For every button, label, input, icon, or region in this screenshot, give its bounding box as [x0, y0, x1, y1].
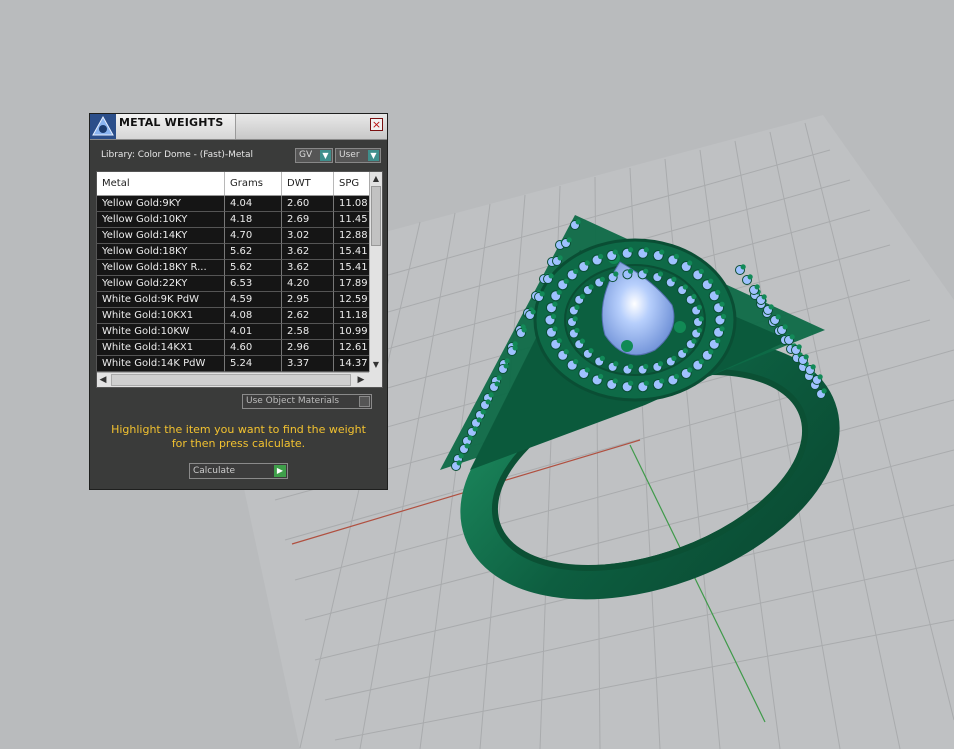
cell-dwt: 2.95: [282, 292, 334, 308]
user-dropdown-label: User: [339, 150, 360, 160]
table-row[interactable]: Yellow Gold:14KY 4.70 3.02 12.88: [97, 228, 376, 244]
cell-metal: White Gold:10KX1: [97, 308, 225, 324]
toggle-icon: [359, 396, 370, 407]
use-object-materials-label: Use Object Materials: [246, 396, 340, 406]
cell-metal: White Gold:9K PdW: [97, 292, 225, 308]
scroll-left-icon[interactable]: ◀: [97, 373, 109, 387]
close-button[interactable]: ×: [370, 118, 383, 131]
cell-grams: 4.04: [225, 196, 282, 212]
column-header-metal[interactable]: Metal: [97, 172, 225, 195]
table-row[interactable]: White Gold:10KX1 4.08 2.62 11.18: [97, 308, 376, 324]
gv-dropdown-label: GV: [299, 150, 313, 160]
cell-grams: 4.70: [225, 228, 282, 244]
cell-dwt: 2.62: [282, 308, 334, 324]
cell-dwt: 2.96: [282, 340, 334, 356]
app-logo-icon: [90, 114, 116, 139]
cell-grams: 4.59: [225, 292, 282, 308]
hint-text-line1: Highlight the item you want to find the …: [111, 423, 366, 436]
cell-grams: 4.01: [225, 324, 282, 340]
table-row[interactable]: Yellow Gold:9KY 4.04 2.60 11.08: [97, 196, 376, 212]
cell-grams: 6.53: [225, 276, 282, 292]
use-object-materials-toggle[interactable]: Use Object Materials: [242, 394, 372, 409]
cell-dwt: 3.37: [282, 356, 334, 372]
cell-metal: Yellow Gold:18KY: [97, 244, 225, 260]
gv-dropdown[interactable]: GV ▼: [295, 148, 333, 163]
table-row[interactable]: White Gold:9K PdW 4.59 2.95 12.59: [97, 292, 376, 308]
table-row[interactable]: White Gold:14KX1 4.60 2.96 12.61: [97, 340, 376, 356]
title-bar[interactable]: METAL WEIGHTS ×: [90, 114, 387, 140]
close-icon: ×: [371, 118, 382, 131]
table-row[interactable]: White Gold:10KW 4.01 2.58 10.99: [97, 324, 376, 340]
cell-metal: White Gold:14K PdW: [97, 356, 225, 372]
table-row[interactable]: Yellow Gold:18KY R... 5.62 3.62 15.41: [97, 260, 376, 276]
cell-dwt: 4.20: [282, 276, 334, 292]
chevron-down-icon: ▼: [368, 150, 379, 161]
cell-grams: 5.62: [225, 244, 282, 260]
cell-dwt: 2.60: [282, 196, 334, 212]
cell-grams: 4.60: [225, 340, 282, 356]
scroll-corner: [369, 372, 382, 387]
scroll-down-icon[interactable]: ▼: [370, 359, 382, 371]
vertical-scroll-thumb[interactable]: [371, 186, 381, 246]
scroll-right-icon[interactable]: ▶: [355, 373, 367, 387]
cell-metal: Yellow Gold:9KY: [97, 196, 225, 212]
table-row[interactable]: Yellow Gold:10KY 4.18 2.69 11.45: [97, 212, 376, 228]
cell-dwt: 3.62: [282, 244, 334, 260]
horizontal-scrollbar[interactable]: ◀ ▶: [97, 372, 382, 387]
title-tab: METAL WEIGHTS: [116, 114, 236, 139]
table-header: Metal Grams DWT SPG: [97, 172, 376, 196]
cell-grams: 4.18: [225, 212, 282, 228]
hint-text-line2: for then press calculate.: [171, 437, 306, 450]
chevron-down-icon: ▼: [320, 150, 331, 161]
vertical-scrollbar[interactable]: ▲ ▼: [369, 172, 382, 372]
cell-metal: White Gold:14KX1: [97, 340, 225, 356]
cell-metal: Yellow Gold:10KY: [97, 212, 225, 228]
calculate-label: Calculate: [193, 466, 236, 476]
cell-metal: Yellow Gold:22KY: [97, 276, 225, 292]
library-label: Library: Color Dome - (Fast)-Metal: [101, 150, 253, 160]
scroll-up-icon[interactable]: ▲: [370, 173, 382, 185]
metal-table[interactable]: Metal Grams DWT SPG Yellow Gold:9KY 4.04 2…: [96, 171, 383, 388]
column-header-grams[interactable]: Grams: [225, 172, 282, 195]
cell-dwt: 3.02: [282, 228, 334, 244]
cell-metal: Yellow Gold:14KY: [97, 228, 225, 244]
calculate-button[interactable]: Calculate ▶: [189, 463, 288, 479]
cell-grams: 5.24: [225, 356, 282, 372]
table-row[interactable]: Yellow Gold:22KY 6.53 4.20 17.89: [97, 276, 376, 292]
cell-dwt: 2.58: [282, 324, 334, 340]
table-row[interactable]: White Gold:14K PdW 5.24 3.37 14.37: [97, 356, 376, 372]
metal-weights-dialog: METAL WEIGHTS × Library: Color Dome - (F…: [89, 113, 388, 490]
cell-metal: Yellow Gold:18KY R...: [97, 260, 225, 276]
cell-dwt: 2.69: [282, 212, 334, 228]
column-header-dwt[interactable]: DWT: [282, 172, 334, 195]
cell-metal: White Gold:10KW: [97, 324, 225, 340]
user-dropdown[interactable]: User ▼: [335, 148, 381, 163]
cell-dwt: 3.62: [282, 260, 334, 276]
cell-grams: 4.08: [225, 308, 282, 324]
cell-grams: 5.62: [225, 260, 282, 276]
horizontal-scroll-thumb[interactable]: [111, 374, 351, 386]
dialog-title: METAL WEIGHTS: [119, 116, 224, 129]
play-arrow-icon: ▶: [274, 465, 286, 477]
table-row[interactable]: Yellow Gold:18KY 5.62 3.62 15.41: [97, 244, 376, 260]
